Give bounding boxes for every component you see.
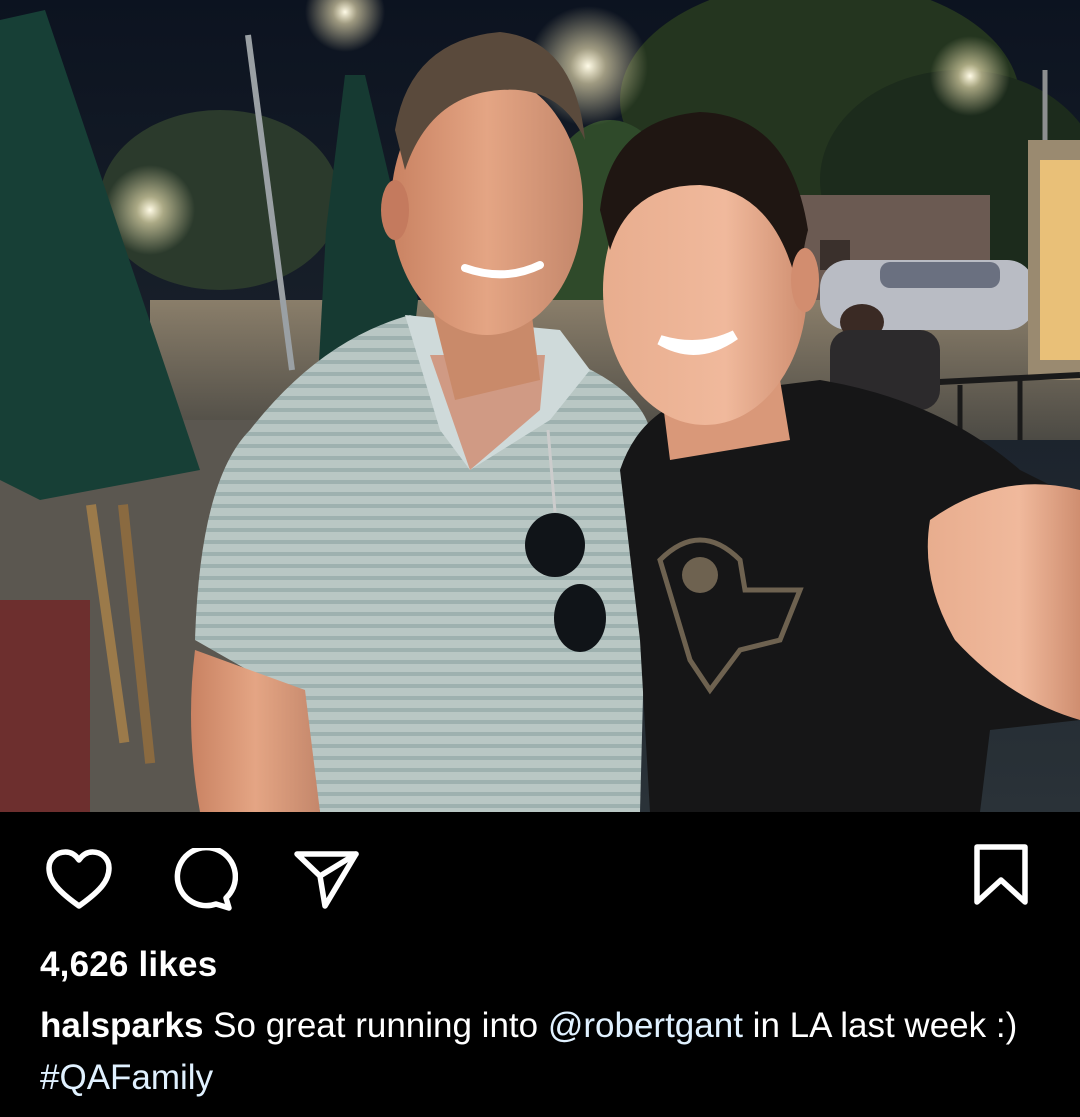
post-action-bar	[0, 812, 1080, 942]
post-photo-illustration	[0, 0, 1080, 812]
comment-button[interactable]	[168, 848, 238, 912]
caption-mention-link[interactable]: @robertgant	[548, 1006, 743, 1045]
caption-text-before: So great running into	[203, 1006, 548, 1045]
caption-hashtag-link[interactable]: #QAFamily	[40, 1058, 213, 1097]
caption-text-middle: in LA last week :)	[742, 1006, 1018, 1045]
bookmark-icon	[974, 844, 1028, 905]
post-caption: halsparks So great running into @robertg…	[40, 1000, 1020, 1104]
save-button[interactable]	[968, 842, 1034, 908]
comment-icon	[174, 848, 238, 911]
heart-icon	[46, 849, 112, 909]
share-button[interactable]	[292, 848, 362, 912]
post-image[interactable]	[0, 0, 1080, 812]
like-button[interactable]	[44, 848, 114, 912]
caption-username[interactable]: halsparks	[40, 1006, 203, 1045]
likes-count[interactable]: 4,626 likes	[40, 943, 217, 987]
paper-plane-icon	[294, 851, 359, 909]
